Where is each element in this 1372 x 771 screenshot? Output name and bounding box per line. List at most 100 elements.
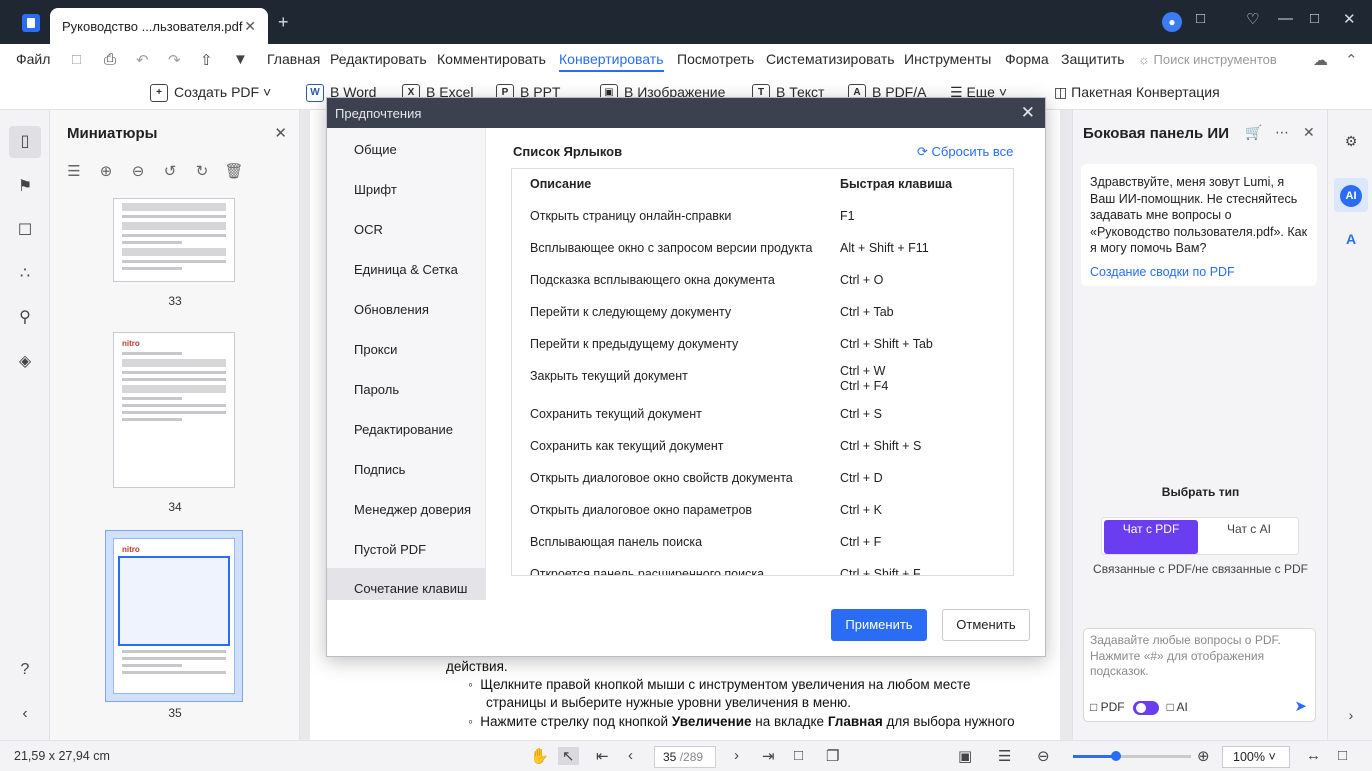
menu-protect[interactable]: Защитить xyxy=(1061,51,1125,67)
notification-bell-icon[interactable]: ♡ xyxy=(1246,10,1259,28)
nav-signature[interactable]: Подпись xyxy=(327,453,486,485)
comment-icon[interactable]: ☐ xyxy=(9,215,41,247)
menu-form[interactable]: Форма xyxy=(1005,51,1049,67)
account-icon[interactable]: ● xyxy=(1162,12,1182,32)
nav-font[interactable]: Шрифт xyxy=(327,173,486,205)
new-tab-button[interactable]: + xyxy=(278,12,289,33)
menu-convert[interactable]: Конвертировать xyxy=(559,51,664,72)
menu-file[interactable]: Файл xyxy=(16,51,50,67)
zoom-slider-knob[interactable] xyxy=(1111,751,1121,761)
collapse-ribbon-icon[interactable]: ⌃ xyxy=(1345,51,1358,69)
menu-organize[interactable]: Систематизировать xyxy=(766,51,895,67)
last-page-icon[interactable]: ⇥ xyxy=(762,747,775,765)
create-pdf-icon: + xyxy=(150,84,168,103)
close-dialog-icon[interactable]: ✕ xyxy=(1021,103,1035,123)
create-summary-link[interactable]: Создание сводки по PDF xyxy=(1090,264,1308,281)
document-tab-title: Руководство ...льзователя.pdf xyxy=(62,19,243,34)
fit-window-icon[interactable]: □ xyxy=(794,747,803,764)
page-number-input[interactable]: 35 /289 xyxy=(654,746,716,768)
pdf-ai-switch[interactable]: □ PDF □ AI xyxy=(1090,700,1188,715)
thumbnail-options-icon[interactable]: ☰ xyxy=(64,162,84,180)
ai-assistant-button[interactable]: AI xyxy=(1334,178,1368,212)
zoom-out-icon[interactable]: ⊖ xyxy=(128,162,148,180)
quick-access-dropdown-icon[interactable]: ▼ xyxy=(233,51,248,68)
nav-units-grid[interactable]: Единица & Сетка xyxy=(327,253,486,285)
layers-icon[interactable]: ◈ xyxy=(9,346,41,378)
batch-convert-button[interactable]: ◫ Пакетная Конвертация xyxy=(1054,84,1220,101)
copy-icon[interactable]: ❐ xyxy=(826,747,839,765)
thumbnails-icon[interactable]: ▯ xyxy=(9,126,41,158)
close-thumbnails-icon[interactable]: ✕ xyxy=(274,124,287,142)
page-layout-icon[interactable]: ☰ xyxy=(998,747,1011,765)
zoom-in-icon[interactable]: ⊕ xyxy=(1197,747,1210,765)
nav-password[interactable]: Пароль xyxy=(327,373,486,405)
actual-size-icon[interactable]: ▣ xyxy=(958,747,972,765)
tool-search-input[interactable]: ☼ Поиск инструментов xyxy=(1138,52,1277,67)
document-tab[interactable]: Руководство ...льзователя.pdf ✕ xyxy=(50,8,268,44)
share-icon[interactable]: ⇧ xyxy=(200,51,213,69)
menu-view[interactable]: Посмотреть xyxy=(677,51,754,67)
nav-updates[interactable]: Обновления xyxy=(327,293,486,325)
collapse-right-icon[interactable]: › xyxy=(1334,698,1368,732)
save-icon[interactable]: □ xyxy=(72,51,81,68)
menu-edit[interactable]: Редактировать xyxy=(330,51,427,67)
translate-icon[interactable]: A xyxy=(1334,222,1368,256)
close-window-icon[interactable]: ✕ xyxy=(1343,10,1356,28)
zoom-level-select[interactable]: 100% ˅ xyxy=(1222,746,1290,768)
cancel-button[interactable]: Отменить xyxy=(942,609,1030,641)
select-tool-icon[interactable]: ↖ xyxy=(558,747,579,765)
pdf-ai-toggle[interactable] xyxy=(1132,700,1159,715)
nav-blank-pdf[interactable]: Пустой PDF xyxy=(327,533,486,565)
apply-button[interactable]: Применить xyxy=(831,609,927,641)
bookmark-icon[interactable]: ⚑ xyxy=(9,171,41,203)
reset-all-button[interactable]: ⟳ Сбросить все xyxy=(917,144,1013,160)
cloud-upload-icon[interactable]: ☁ xyxy=(1313,51,1328,69)
cart-icon[interactable]: 🛒 xyxy=(1245,124,1262,141)
page-thumbnail-35[interactable]: nitro xyxy=(113,538,235,694)
send-icon[interactable]: ➤ xyxy=(1294,697,1307,715)
undo-icon[interactable]: ↶ xyxy=(136,51,149,69)
delete-page-icon[interactable]: 🗑 xyxy=(224,162,244,180)
minimize-window-icon[interactable]: — xyxy=(1278,10,1293,27)
create-pdf-button[interactable]: + Создать PDF ˅ xyxy=(150,84,271,103)
zoom-out-icon[interactable]: ⊖ xyxy=(1037,747,1050,765)
nav-proxy[interactable]: Прокси xyxy=(327,333,486,365)
chat-with-pdf-option[interactable]: Чат с PDF xyxy=(1104,520,1198,554)
menu-comment[interactable]: Комментировать xyxy=(437,51,546,67)
fullscreen-icon[interactable]: □ xyxy=(1338,747,1347,764)
chat-with-ai-option[interactable]: Чат с AI xyxy=(1202,520,1296,554)
page-thumbnail-33[interactable] xyxy=(113,198,235,282)
more-options-icon[interactable]: ⋯ xyxy=(1275,124,1289,141)
nav-editing[interactable]: Редактирование xyxy=(327,413,486,445)
fit-width-icon[interactable]: ↔ xyxy=(1306,747,1321,764)
search-icon[interactable]: ⚲ xyxy=(9,302,41,334)
hand-tool-icon[interactable]: ✋ xyxy=(530,747,549,765)
nav-general[interactable]: Общие xyxy=(327,133,486,165)
shortcut-row[interactable]: Закрыть текущий документ Ctrl + W Ctrl + F… xyxy=(512,364,1012,401)
zoom-in-icon[interactable]: ⊕ xyxy=(96,162,116,180)
attachment-icon[interactable]: ∴ xyxy=(9,258,41,290)
menu-home[interactable]: Главная xyxy=(267,51,320,67)
menu-tools[interactable]: Инструменты xyxy=(904,51,991,67)
help-icon[interactable]: ? xyxy=(9,654,41,686)
print-icon[interactable]: ⎙ xyxy=(104,51,116,68)
feedback-icon[interactable]: □ xyxy=(1196,10,1205,27)
nav-ocr[interactable]: OCR xyxy=(327,213,486,245)
collapse-left-icon[interactable]: ‹ xyxy=(9,698,41,730)
nav-keyboard-shortcuts[interactable]: Сочетание клавиш xyxy=(327,568,486,600)
rotate-left-icon[interactable]: ↺ xyxy=(160,162,180,180)
maximize-window-icon[interactable]: □ xyxy=(1310,10,1319,27)
properties-icon[interactable]: ⚙ xyxy=(1334,124,1368,158)
close-tab-icon[interactable]: ✕ xyxy=(244,18,256,35)
page-thumbnail-34[interactable]: nitro xyxy=(113,332,235,488)
shortcut-table[interactable]: Описание Быстрая клавиша Открыть страниц… xyxy=(511,168,1014,576)
redo-icon[interactable]: ↷ xyxy=(168,51,181,69)
previous-page-icon[interactable]: ‹ xyxy=(628,747,633,764)
next-page-icon[interactable]: › xyxy=(734,747,739,764)
rotate-right-icon[interactable]: ↻ xyxy=(192,162,212,180)
zoom-slider[interactable] xyxy=(1073,751,1191,761)
ai-question-input[interactable]: Задавайте любые вопросы о PDF. Нажмите «… xyxy=(1083,628,1316,722)
close-ai-panel-icon[interactable]: ✕ xyxy=(1303,124,1315,141)
first-page-icon[interactable]: ⇤ xyxy=(596,747,609,765)
nav-trust-manager[interactable]: Менеджер доверия xyxy=(327,493,486,525)
